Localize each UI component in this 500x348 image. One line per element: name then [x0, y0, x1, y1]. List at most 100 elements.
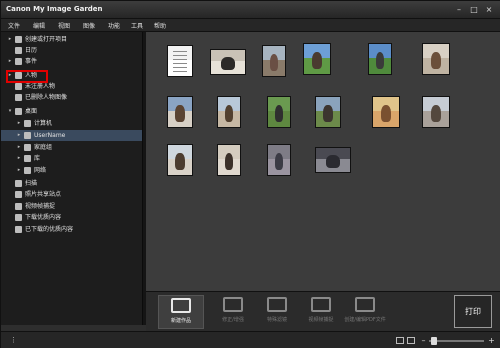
photo-thumbnail[interactable] [422, 43, 450, 75]
thumbnail-subject [172, 50, 188, 72]
expand-arrow-icon[interactable]: ▸ [7, 56, 13, 67]
new-item-label: 新建作品 [170, 318, 191, 324]
sidebar-item-1[interactable]: ▸ 创建或打开项目 [1, 34, 142, 45]
special-filters-button[interactable]: 特殊滤镜 [254, 295, 300, 329]
expand-arrow-icon[interactable]: ▸ [16, 130, 22, 141]
sidebar-item-16[interactable]: 下载优质内容 [1, 212, 142, 223]
download-icon [15, 214, 22, 221]
sidebar-item-12[interactable]: ▸ 网络 [1, 165, 142, 176]
sidebar-item-label: 视频帧捕捉 [25, 203, 56, 210]
thumbnail-area [146, 32, 500, 291]
photo-thumbnail[interactable] [368, 43, 392, 75]
correct-enhance-button[interactable]: 修正/增强 [210, 295, 256, 329]
sidebar-item-6[interactable]: 已删除人物图像 [1, 92, 142, 103]
close-button[interactable]: × [483, 4, 495, 15]
sidebar-item-7[interactable]: ▾ 桌面 [1, 106, 142, 117]
photo-thumbnail[interactable] [217, 96, 241, 128]
video-capture-button[interactable]: 视频帧捕捉 [298, 295, 344, 329]
thumbnail-subject [175, 105, 185, 122]
photo-thumbnail[interactable] [267, 96, 291, 128]
photo-thumbnail[interactable] [167, 96, 193, 128]
sidebar-item-14[interactable]: 照片共享站点 [1, 189, 142, 200]
sidebar-item-8[interactable]: ▸ 计算机 [1, 118, 142, 129]
sidebar-item-label: 已下载的优质内容 [25, 226, 74, 233]
zoom-in-button[interactable]: + [487, 336, 496, 345]
photo-thumbnail[interactable] [267, 144, 291, 176]
thumbnail-subject [274, 153, 284, 170]
photo-thumbnail[interactable] [303, 43, 331, 75]
sidebar-item-11[interactable]: ▸ 库 [1, 153, 142, 164]
thumbnail-subject [326, 154, 340, 168]
menu-image[interactable]: 图像 [83, 21, 95, 30]
view-mode-icon[interactable] [396, 337, 404, 344]
more-menu-icon[interactable]: ⋮ [10, 336, 17, 344]
expand-arrow-icon[interactable]: ▾ [7, 106, 13, 117]
unregistered-person-icon [15, 83, 22, 90]
special-filters-icon [267, 297, 287, 312]
thumbnail-subject [430, 105, 442, 122]
thumbnail-subject [323, 105, 333, 122]
sidebar-item-17[interactable]: 已下载的优质内容 [1, 224, 142, 235]
deleted-person-icon [15, 94, 22, 101]
photo-thumbnail[interactable] [167, 45, 193, 77]
expand-arrow-icon[interactable]: ▸ [7, 34, 13, 45]
photo-thumbnail[interactable] [262, 45, 286, 77]
zoom-out-button[interactable]: – [419, 336, 428, 345]
sidebar-item-13[interactable]: 扫描 [1, 178, 142, 189]
event-icon [15, 58, 22, 65]
zoom-slider[interactable] [429, 337, 484, 345]
app-window: Canon My Image Garden – □ × 文件 编辑 视图 图像 … [0, 0, 500, 348]
menu-tools[interactable]: 工具 [131, 21, 143, 30]
print-button[interactable]: 打印 [454, 295, 492, 328]
status-bar: ⋮ – + [1, 331, 500, 348]
thumbnail-subject [375, 52, 385, 69]
photo-thumbnail[interactable] [315, 96, 341, 128]
photo-thumbnail[interactable] [372, 96, 400, 128]
homegroup-icon [24, 144, 31, 151]
menu-function[interactable]: 功能 [108, 21, 120, 30]
sidebar-item-label: 创建或打开项目 [25, 36, 68, 43]
photo-thumbnail[interactable] [315, 147, 351, 173]
menu-help[interactable]: 帮助 [154, 21, 166, 30]
sidebar-item-2[interactable]: 日历 [1, 45, 142, 56]
menu-view[interactable]: 视图 [58, 21, 70, 30]
maximize-button[interactable]: □ [468, 4, 480, 15]
zoom-slider-knob[interactable] [431, 337, 437, 345]
expand-arrow-icon[interactable]: ▸ [16, 153, 22, 164]
user-folder-icon [24, 132, 31, 139]
special-filters-label: 特殊滤镜 [266, 317, 287, 323]
video-capture-label: 视频帧捕捉 [308, 317, 334, 323]
thumbnail-subject [221, 56, 235, 70]
thumbnail-subject [380, 105, 392, 122]
calendar-icon [15, 47, 22, 54]
scan-icon [15, 180, 22, 187]
photo-thumbnail[interactable] [167, 144, 193, 176]
menu-edit[interactable]: 编辑 [33, 21, 45, 30]
view-list-icon[interactable] [407, 337, 415, 344]
menu-file[interactable]: 文件 [8, 21, 20, 30]
expand-arrow-icon[interactable]: ▸ [16, 118, 22, 129]
new-item-button[interactable]: 新建作品 [158, 295, 204, 329]
sidebar-item-10[interactable]: ▸ 家庭组 [1, 142, 142, 153]
desktop-icon [15, 108, 22, 115]
photo-thumbnail[interactable] [422, 96, 450, 128]
sidebar-item-label: 桌面 [25, 108, 38, 115]
sidebar-item-label: 已删除人物图像 [25, 94, 68, 101]
folder-icon [15, 36, 22, 43]
thumbnail-subject [430, 52, 442, 69]
bottom-toolbar: 新建作品 修正/增强 特殊滤镜 视频帧捕捉 创建/编辑PDF文件 打印 [146, 291, 500, 331]
expand-arrow-icon[interactable]: ▸ [16, 165, 22, 176]
photo-thumbnail[interactable] [217, 144, 241, 176]
sidebar-item-label: 事件 [25, 58, 38, 65]
sidebar-item-15[interactable]: 视频帧捕捉 [1, 201, 142, 212]
pdf-button[interactable]: 创建/编辑PDF文件 [342, 295, 388, 329]
photo-thumbnail[interactable] [210, 49, 246, 75]
expand-arrow-icon[interactable]: ▸ [16, 142, 22, 153]
minimize-button[interactable]: – [453, 4, 465, 15]
thumbnail-subject [224, 105, 234, 122]
network-icon [24, 167, 31, 174]
sidebar-item-label: 扫描 [25, 180, 38, 187]
sidebar-item-9[interactable]: ▸ UserName [1, 130, 142, 141]
sidebar-item-3[interactable]: ▸ 事件 [1, 56, 142, 67]
thumbnail-subject [175, 153, 185, 170]
